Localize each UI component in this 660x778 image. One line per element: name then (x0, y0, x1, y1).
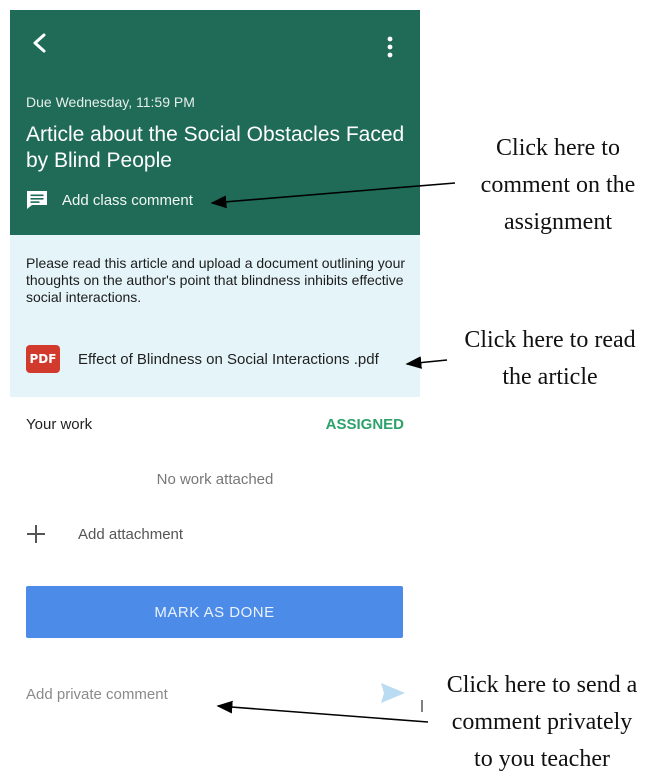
annotation-read-line-1: Click here to read (464, 327, 636, 353)
assignment-description: Please read this article and upload a do… (26, 255, 406, 305)
mark-as-done-button[interactable]: MARK AS DONE (26, 586, 403, 638)
annotation-comment-line-3: assignment (504, 209, 612, 235)
more-vert-icon[interactable] (382, 34, 398, 60)
annotation-private-line-1: Click here to send a (446, 672, 638, 698)
assignment-details: Please read this article and upload a do… (10, 235, 420, 397)
annotation-private-line-2: comment privately (451, 709, 633, 735)
plus-icon (27, 525, 45, 543)
add-class-comment-button[interactable]: Add class comment (26, 190, 193, 210)
comment-icon (27, 191, 47, 209)
no-work-text: No work attached (156, 471, 274, 488)
annotation-read-line-2: the article (502, 364, 598, 390)
assignment-screen: Due Wednesday, 11:59 PM Article about th… (10, 0, 420, 771)
status-badge: ASSIGNED (325, 416, 404, 433)
add-attachment-label: Add attachment (78, 525, 184, 543)
annotation-comment-line-2: comment on the (480, 172, 636, 198)
pdf-icon: PDF (26, 345, 60, 373)
assignment-header: Due Wednesday, 11:59 PM Article about th… (10, 10, 420, 235)
add-class-comment-label: Add class comment (62, 191, 193, 209)
annotation-comment: Click here to comment on the assignment (458, 130, 658, 241)
assignment-title: Article about the Social Obstacles Faced… (26, 123, 405, 172)
back-arrow-icon[interactable] (30, 32, 52, 54)
pdf-filename: Effect of Blindness on Social Interactio… (78, 350, 379, 368)
annotation-private-line-3: to you teacher (474, 746, 610, 772)
pdf-attachment[interactable]: PDF Effect of Blindness on Social Intera… (26, 345, 379, 373)
add-attachment-button[interactable]: Add attachment (26, 524, 183, 544)
annotation-comment-line-1: Click here to (496, 135, 620, 161)
due-date: Due Wednesday, 11:59 PM (26, 94, 195, 110)
your-work-label: Your work (26, 416, 93, 433)
private-comment-input[interactable] (26, 682, 356, 706)
send-icon[interactable] (380, 682, 406, 704)
annotation-private: Click here to send a comment privately t… (424, 667, 660, 778)
annotation-read: Click here to read the article (440, 322, 660, 396)
